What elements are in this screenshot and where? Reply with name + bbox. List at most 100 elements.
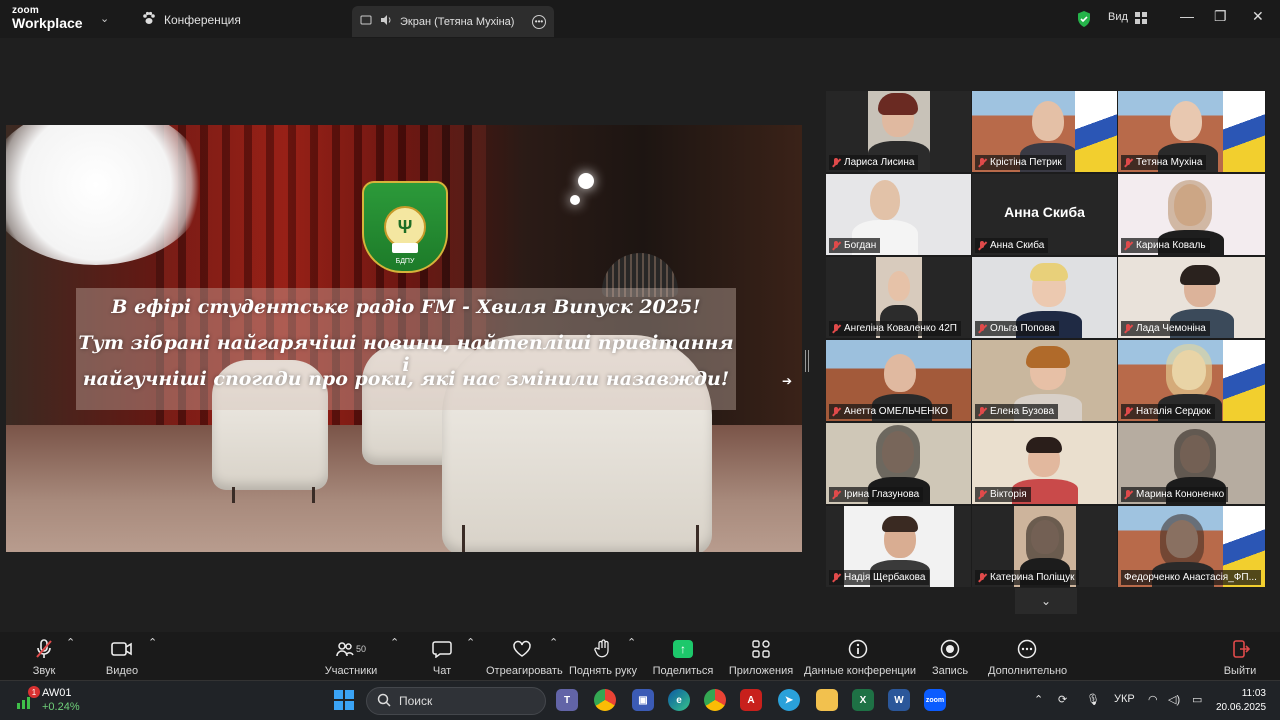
leave-button[interactable]: Выйти [1218,636,1262,677]
participant-name: Лариса Лисина [829,155,919,170]
share-screen-icon: ↑ [673,640,693,658]
caret-up-icon[interactable]: ⌃ [66,636,75,649]
record-label: Запись [931,665,969,677]
participant-name: Надія Щербакова [829,570,930,585]
participant-tile[interactable]: Анетта ОМЕЛЬЧЕНКО [826,340,971,421]
language-indicator[interactable]: УКР [1114,693,1135,705]
telegram-icon[interactable]: ➤ [778,689,800,711]
more-button[interactable]: Дополнительно [988,636,1068,677]
edge-icon[interactable]: e [668,689,690,711]
audio-button[interactable]: Звук [22,636,66,677]
video-button[interactable]: Видео [100,636,144,677]
mic-off-icon [832,572,841,583]
participant-tile[interactable]: Карина Коваль [1118,174,1265,255]
participant-tile[interactable]: Крістіна Петрик [972,91,1117,172]
participant-name: Вікторія [975,487,1031,502]
audio-label: Звук [32,665,56,677]
meeting-info-button[interactable]: Данные конференции [804,636,916,677]
share-label: Поделиться [652,665,714,677]
microphone-icon[interactable]: 🎙︎ [1086,693,1100,706]
mic-off-icon [978,489,987,500]
participant-tile-active-speaker[interactable]: Федорченко Анастасія_ФП... [1118,506,1265,587]
wifi-icon[interactable]: ◠ [1148,693,1158,706]
zoom-icon[interactable]: zoom [924,689,946,711]
caret-up-icon[interactable]: ⌃ [627,636,636,649]
more-label: Дополнительно [988,665,1068,677]
shared-screen[interactable]: Ψ БДПУ В ефірі студентське радіо FM - Хв… [6,125,802,552]
pdf-icon[interactable]: A [740,689,762,711]
mic-off-icon [22,636,66,662]
apps-icon [728,636,794,662]
shield-icon[interactable] [1076,10,1092,33]
screen-share-tab[interactable]: Экран (Тетяна Мухіна) ••• [352,6,554,37]
excel-icon[interactable]: X [852,689,874,711]
screen-tab-label: Экран (Тетяна Мухіна) [400,15,515,28]
sync-icon[interactable]: ⟳ [1058,693,1067,706]
folder-icon[interactable] [816,689,838,711]
participant-tile[interactable]: Катерина Поліщук [972,506,1117,587]
share-button[interactable]: ↑ Поделиться [652,636,714,677]
more-icon [988,636,1066,662]
participant-name: Федорченко Анастасія_ФП... [1121,570,1261,585]
word-icon[interactable]: W [888,689,910,711]
split-divider[interactable] [805,350,809,372]
participant-tile[interactable]: Наталія Сердюк [1118,340,1265,421]
video-label: Видео [105,665,139,677]
participant-tile[interactable]: Ольга Попова [972,257,1117,338]
participant-name: Анетта ОМЕЛЬЧЕНКО [829,404,952,419]
face [1032,101,1064,141]
taskbar-search[interactable]: Поиск [366,687,546,715]
chat-button[interactable]: Чат [424,636,460,677]
chrome-icon[interactable] [704,689,726,711]
save-icon[interactable]: ▣ [632,689,654,711]
view-button[interactable]: Вид [1108,11,1128,23]
meeting-toolbar: Звук ⌃ Видео ⌃ 50 Участники ⌃ Чат ⌃ Отре… [0,632,1280,680]
react-button[interactable]: Отреагировать [486,636,563,677]
volume-icon[interactable]: ◁) [1168,693,1180,706]
maximize-icon[interactable]: ❐ [1214,8,1227,25]
participant-tile[interactable]: Марина Кононенко [1118,423,1265,504]
battery-icon[interactable]: ▭ [1192,693,1202,706]
mic-off-icon [1124,489,1133,500]
chat-label: Чат [432,665,452,677]
chevron-down-icon[interactable]: ⌄ [100,12,109,25]
meeting-info-label: Данные конференции [804,665,916,677]
participants-button[interactable]: 50 Участники [322,636,380,677]
title-bar: zoom Workplace ⌄ Конференция Экран (Тетя… [0,0,1280,38]
caret-up-icon[interactable]: ⌃ [148,636,157,649]
face [884,354,916,392]
title-banner: В ефірі студентське радіо FM - Хвиля Вип… [76,288,736,410]
record-button[interactable]: Запись [928,636,972,677]
meeting-tab[interactable]: Конференция [142,11,241,28]
participant-tile[interactable]: Елена Бузова [972,340,1117,421]
gallery-next-button[interactable]: ⌄ [1015,588,1077,614]
windows-start-icon[interactable] [334,690,354,710]
participant-tile[interactable]: Надія Щербакова [826,506,971,587]
participant-tile[interactable]: Богдан [826,174,971,255]
teams-icon[interactable]: T [556,689,578,711]
apps-button[interactable]: Приложения [728,636,794,677]
chevron-up-icon[interactable]: ⌃ [1034,693,1043,706]
participant-gallery[interactable]: Лариса Лисина Крістіна Петрик Тетяна Мух… [826,91,1266,587]
caret-up-icon[interactable]: ⌃ [466,636,475,649]
grid-icon[interactable] [1134,11,1148,30]
record-icon [928,636,972,662]
participant-tile[interactable]: Тетяна Мухіна [1118,91,1265,172]
arrow-right-icon: ➔ [782,374,793,388]
participant-tile[interactable]: Лада Чемоніна [1118,257,1265,338]
minimize-icon[interactable]: — [1180,8,1194,24]
mic-off-icon [832,240,841,251]
caret-up-icon[interactable]: ⌃ [549,636,558,649]
stock-widget[interactable]: AW01 +0.24% [42,687,80,715]
clock[interactable]: 11:03 20.06.2025 [1216,687,1266,715]
participant-tile[interactable]: Лариса Лисина [826,91,971,172]
caret-up-icon[interactable]: ⌃ [390,636,399,649]
more-icon[interactable]: ••• [532,14,546,29]
close-icon[interactable]: ✕ [1252,8,1264,25]
chrome-icon[interactable] [594,689,616,711]
participant-tile[interactable]: Ангеліна Коваленко 42П [826,257,971,338]
participant-tile[interactable]: Ірина Глазунова [826,423,971,504]
participant-tile[interactable]: Анна Скиба Анна Скиба [972,174,1117,255]
search-icon [377,693,391,710]
participant-tile[interactable]: Вікторія [972,423,1117,504]
